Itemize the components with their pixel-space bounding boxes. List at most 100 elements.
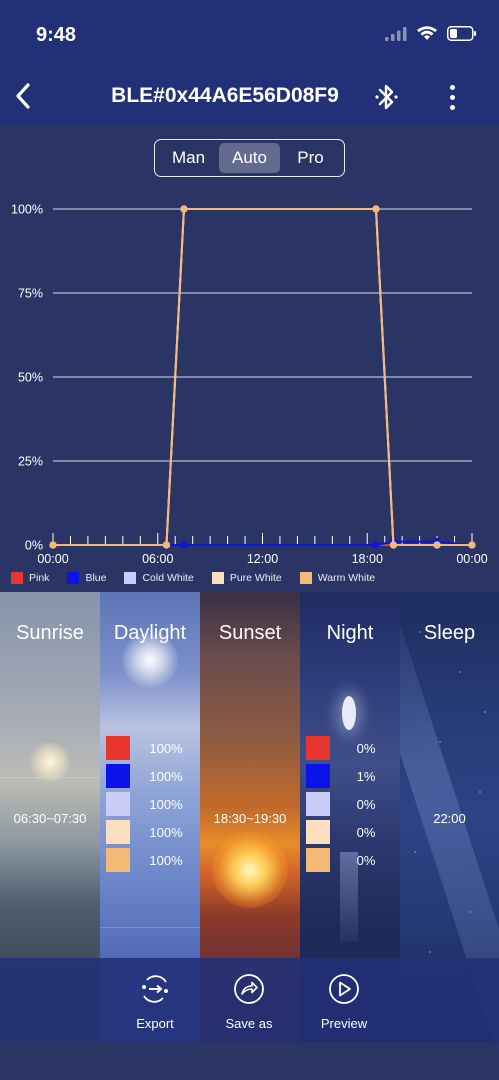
level-swatch xyxy=(306,736,330,760)
scene-time: 06:30~07:30 xyxy=(13,811,87,826)
chart-legend: Pink Blue Cold White Pure White Warm Whi… xyxy=(11,572,393,584)
legend-swatch xyxy=(67,572,80,584)
level-row-blue: 1% xyxy=(306,762,396,790)
status-time: 9:48 xyxy=(36,24,77,46)
y-tick-label: 50% xyxy=(18,371,43,385)
level-swatch xyxy=(306,848,330,872)
more-menu-button[interactable] xyxy=(440,78,464,116)
battery-icon xyxy=(447,26,476,41)
level-row-pure-white: 0% xyxy=(306,818,396,846)
legend-item-blue: Blue xyxy=(67,572,106,584)
cellular-signal-icon xyxy=(385,26,407,41)
scene-title: Sleep xyxy=(423,622,476,644)
data-point-blue xyxy=(180,541,188,549)
x-tick-label: 18:00 xyxy=(352,552,383,566)
level-value: 100% xyxy=(149,824,183,840)
tab-pro[interactable]: Pro xyxy=(280,143,341,173)
scene-title: Sunrise xyxy=(16,622,84,644)
scene-title: Night xyxy=(326,622,374,644)
status-icons xyxy=(385,26,477,41)
level-value: 0% xyxy=(356,796,376,812)
level-value: 1% xyxy=(356,768,376,784)
legend-label: Blue xyxy=(85,572,107,584)
wifi-icon xyxy=(417,26,437,40)
level-value: 0% xyxy=(356,740,376,756)
export-label: Export xyxy=(136,1016,174,1031)
scene-time: 18:30~19:30 xyxy=(213,811,287,826)
export-button[interactable]: Export xyxy=(110,972,200,1031)
home-indicator-area xyxy=(0,1042,499,1080)
mode-segmented-control: Man Auto Pro xyxy=(154,139,345,177)
level-swatch xyxy=(106,736,130,760)
status-bar: 9:48 xyxy=(0,0,499,68)
tab-auto[interactable]: Auto xyxy=(219,143,280,173)
x-tick-label: 00:00 xyxy=(456,552,487,566)
horizon-line xyxy=(0,777,100,778)
level-value: 100% xyxy=(149,740,183,756)
sunset-image xyxy=(212,832,288,908)
level-row-pure-white: 100% xyxy=(106,818,196,846)
level-value: 100% xyxy=(149,768,183,784)
y-tick-label: 75% xyxy=(18,287,43,301)
more-vertical-icon-dot xyxy=(449,94,455,100)
main-panel: Man Auto Pro 0% 25% 50% 75% 100% 00:00 06:00 12… xyxy=(0,126,499,592)
legend-label: Pink xyxy=(29,572,50,584)
x-tick-label: 00:00 xyxy=(37,552,68,566)
play-icon xyxy=(329,974,359,1004)
save-as-label: Save as xyxy=(225,1016,273,1031)
channel-levels: 100% 100% 100% 100% 100% xyxy=(106,734,196,874)
legend-swatch xyxy=(11,572,23,584)
scene-time: 22:00 xyxy=(433,811,466,826)
level-swatch xyxy=(306,820,330,844)
x-tick-label: 12:00 xyxy=(247,552,278,566)
channel-levels: 0% 1% 0% 0% 0% xyxy=(306,734,396,874)
level-row-warm-white: 0% xyxy=(306,846,396,874)
tab-man[interactable]: Man xyxy=(158,143,219,173)
legend-swatch xyxy=(124,572,137,584)
bottom-action-bar: Export Save as Preview xyxy=(0,958,499,1042)
legend-item-cold-white: Cold White xyxy=(124,572,194,584)
more-vertical-icon xyxy=(449,84,455,90)
level-row-pink: 0% xyxy=(306,734,396,762)
nav-bar: BLE#0x44A6E56D08F9 xyxy=(0,68,499,126)
data-point-warm-white xyxy=(372,205,380,213)
more-vertical-icon-dot xyxy=(449,104,455,110)
y-tick-label: 0% xyxy=(25,539,43,553)
data-point-warm-white xyxy=(49,541,57,549)
export-icon xyxy=(142,975,168,1003)
x-tick-label: 06:00 xyxy=(142,552,173,566)
save-as-button[interactable]: Save as xyxy=(204,972,294,1031)
data-point-warm-white xyxy=(162,541,171,549)
level-value: 0% xyxy=(356,824,376,840)
y-tick-label: 100% xyxy=(11,203,43,217)
level-row-blue: 100% xyxy=(106,762,196,790)
level-swatch xyxy=(106,764,130,788)
legend-item-warm-white: Warm White xyxy=(299,572,376,584)
legend-label: Warm White xyxy=(317,572,376,584)
level-swatch xyxy=(106,792,130,816)
share-icon xyxy=(234,974,264,1004)
level-swatch xyxy=(106,848,130,872)
data-point-warm-white xyxy=(433,541,441,549)
level-row-warm-white: 100% xyxy=(106,846,196,874)
preview-button[interactable]: Preview xyxy=(299,972,389,1031)
data-point-warm-white xyxy=(180,205,188,213)
sunrise-image xyxy=(30,742,70,782)
legend-label: Pure White xyxy=(229,572,282,584)
legend-label: Cold White xyxy=(142,572,194,584)
level-row-cold-white: 0% xyxy=(306,790,396,818)
level-value: 100% xyxy=(149,852,183,868)
level-row-pink: 100% xyxy=(106,734,196,762)
legend-swatch xyxy=(299,572,312,584)
moon-image xyxy=(342,696,356,730)
light-schedule-chart: 0% 25% 50% 75% 100% 00:00 06:00 12:00 18:00 00:00 xyxy=(11,203,488,567)
level-swatch xyxy=(306,764,330,788)
preview-label: Preview xyxy=(320,1016,368,1031)
level-value: 100% xyxy=(149,796,183,812)
scene-title: Sunset xyxy=(218,622,282,644)
level-row-cold-white: 100% xyxy=(106,790,196,818)
data-point-warm-white xyxy=(389,541,398,549)
bluetooth-button[interactable] xyxy=(372,80,402,114)
legend-item-pure-white: Pure White xyxy=(211,572,282,584)
level-swatch xyxy=(306,792,330,816)
